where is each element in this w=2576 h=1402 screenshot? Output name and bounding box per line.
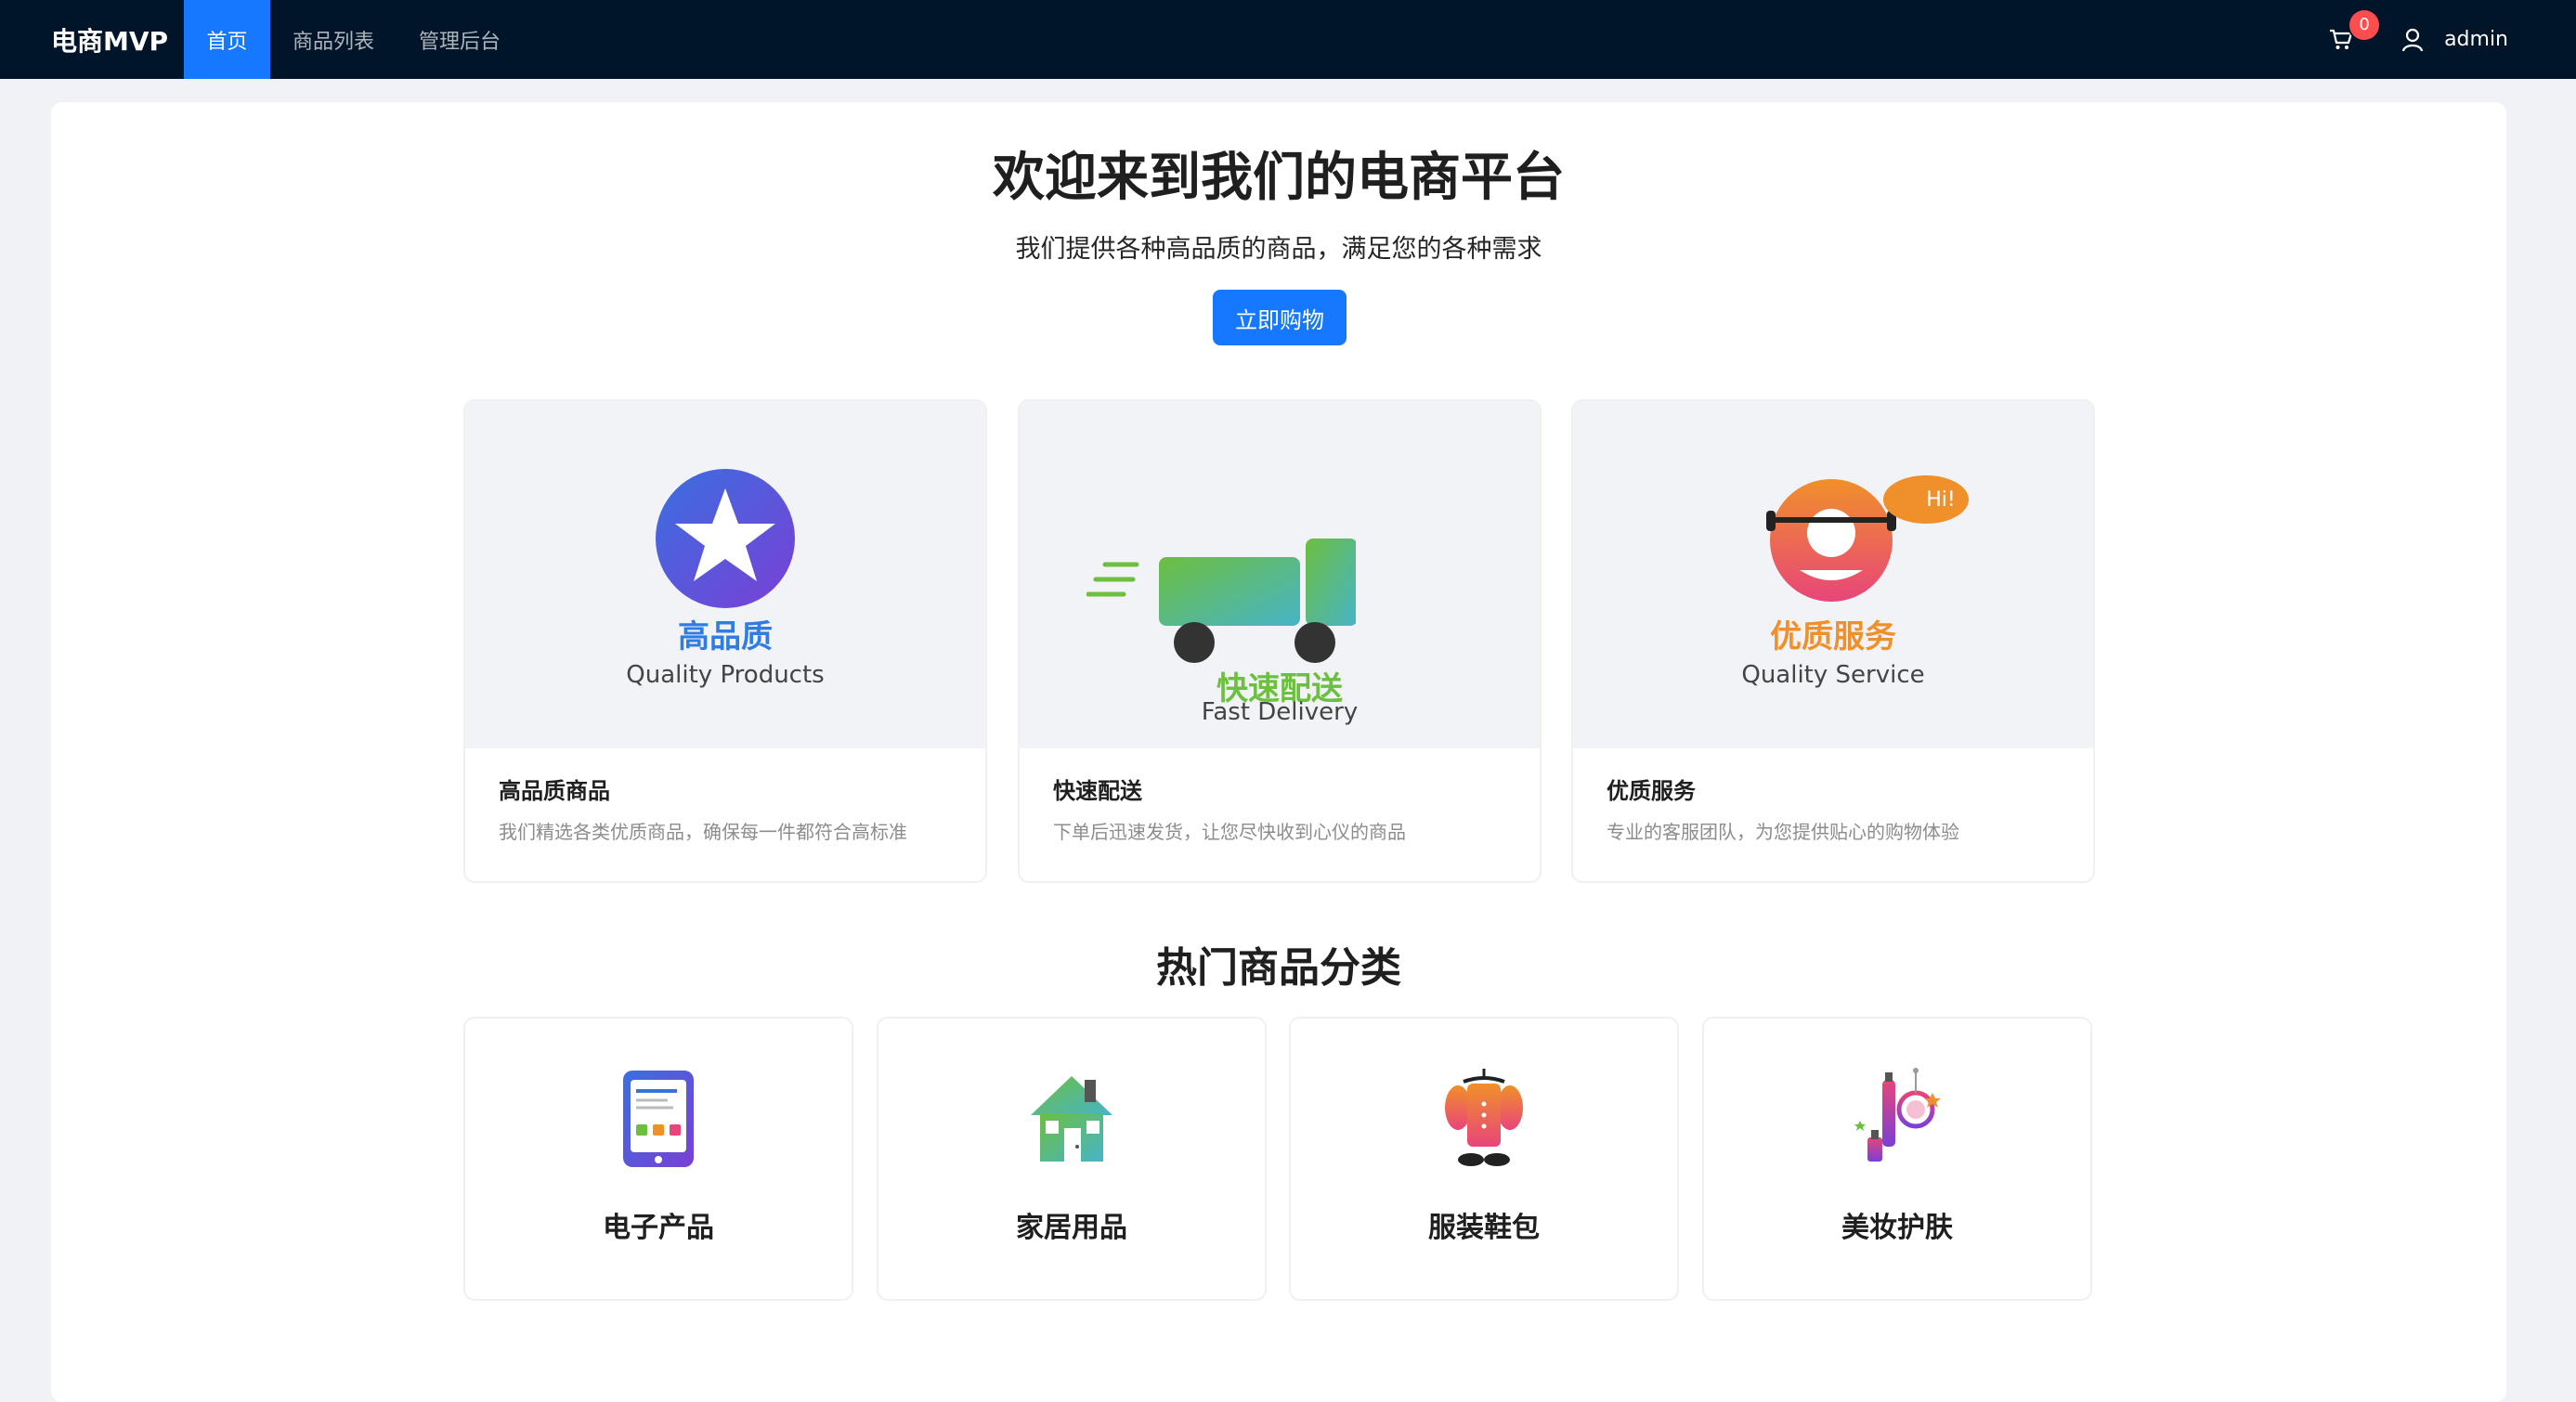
feature-art-cn: 高品质 bbox=[678, 618, 773, 656]
truck-icon bbox=[1086, 539, 1356, 663]
feature-card-quality[interactable]: 高品质 Quality Products 高品质商品 我们精选各类优质商品，确保… bbox=[463, 399, 987, 883]
nav-item-home[interactable]: 首页 bbox=[184, 0, 270, 79]
category-name: 家居用品 bbox=[1016, 1212, 1127, 1244]
feature-title: 快速配送 bbox=[1053, 778, 1142, 804]
tablet-icon bbox=[623, 1071, 694, 1167]
feature-card-delivery[interactable]: 快速配送 Fast Delivery 快速配送 下单后迅速发货，让您尽快收到心仪… bbox=[1018, 399, 1542, 883]
feature-art-cn: 优质服务 bbox=[1770, 618, 1896, 656]
feature-art-quality: 高品质 Quality Products bbox=[465, 401, 985, 748]
feature-art-en: Fast Delivery bbox=[1201, 698, 1359, 726]
house-icon bbox=[1031, 1076, 1112, 1162]
top-nav: 电商MVP 首页 商品列表 管理后台 0 admin bbox=[0, 0, 2576, 79]
cart-icon bbox=[2330, 29, 2353, 49]
feature-desc: 专业的客服团队，为您提供贴心的购物体验 bbox=[1607, 821, 1959, 843]
category-card-home[interactable]: 家居用品 bbox=[877, 1017, 1267, 1301]
feature-desc: 我们精选各类优质商品，确保每一件都符合高标准 bbox=[499, 821, 907, 843]
cart-button[interactable]: 0 bbox=[2329, 9, 2380, 58]
speech-bubble-text: Hi! bbox=[1926, 488, 1956, 512]
clothing-icon bbox=[1445, 1069, 1523, 1166]
feature-art-delivery: 快速配送 Fast Delivery bbox=[1020, 401, 1540, 748]
nav-item-products[interactable]: 商品列表 bbox=[270, 0, 397, 79]
hero-title: 欢迎来到我们的电商平台 bbox=[993, 148, 1565, 208]
username: admin bbox=[2444, 28, 2508, 51]
feature-art-en: Quality Products bbox=[626, 661, 825, 689]
categories-section-title: 热门商品分类 bbox=[1156, 944, 1401, 992]
category-card-electronics[interactable]: 电子产品 bbox=[463, 1017, 853, 1301]
main-content: 欢迎来到我们的电商平台 我们提供各种高品质的商品，满足您的各种需求 立即购物 高… bbox=[51, 102, 2506, 1402]
feature-desc: 下单后迅速发货，让您尽快收到心仪的商品 bbox=[1053, 821, 1406, 843]
user-menu[interactable]: admin bbox=[2401, 28, 2508, 52]
feature-title: 优质服务 bbox=[1607, 778, 1696, 804]
category-card-beauty[interactable]: 美妆护肤 bbox=[1702, 1017, 2092, 1301]
category-name: 美妆护肤 bbox=[1841, 1212, 1953, 1244]
hero-subtitle: 我们提供各种高品质的商品，满足您的各种需求 bbox=[1015, 235, 1542, 264]
category-card-apparel[interactable]: 服装鞋包 bbox=[1289, 1017, 1679, 1301]
feature-card-service[interactable]: Hi! 优质服务 Quality Service 优质服务 专业的客服团队，为您… bbox=[1571, 399, 2095, 883]
cosmetics-icon bbox=[1854, 1068, 1941, 1162]
cart-count-badge: 0 bbox=[2349, 9, 2380, 40]
feature-art-en: Quality Service bbox=[1741, 661, 1925, 689]
nav-right: 0 admin bbox=[2329, 9, 2508, 58]
user-icon bbox=[2401, 28, 2424, 51]
category-name: 服装鞋包 bbox=[1428, 1212, 1540, 1244]
feature-art-service: Hi! 优质服务 Quality Service bbox=[1573, 401, 2093, 748]
category-name: 电子产品 bbox=[603, 1212, 714, 1244]
nav-item-admin[interactable]: 管理后台 bbox=[397, 0, 523, 79]
star-icon bbox=[656, 469, 795, 608]
shop-now-button[interactable]: 立即购物 bbox=[1213, 290, 1347, 345]
brand-logo[interactable]: 电商MVP bbox=[51, 21, 184, 58]
feature-title: 高品质商品 bbox=[499, 778, 610, 804]
